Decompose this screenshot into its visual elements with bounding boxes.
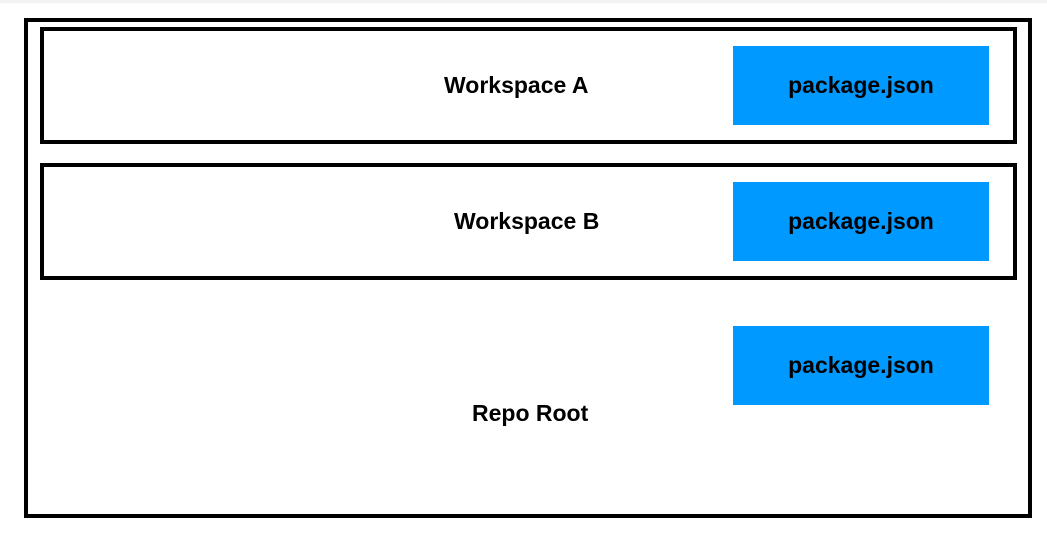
workspace-b-package-json: package.json xyxy=(733,182,989,261)
workspace-a-package-json: package.json xyxy=(733,46,989,125)
workspace-b-package-label: package.json xyxy=(788,208,934,234)
repo-root-label: Repo Root xyxy=(472,400,589,426)
repo-root-package-json: package.json xyxy=(733,326,989,405)
workspace-a-package-label: package.json xyxy=(788,72,934,98)
repo-root-package-label: package.json xyxy=(788,352,934,378)
top-strip xyxy=(0,0,1047,3)
workspace-b-label: Workspace B xyxy=(454,208,600,234)
workspace-a-label: Workspace A xyxy=(444,72,589,98)
